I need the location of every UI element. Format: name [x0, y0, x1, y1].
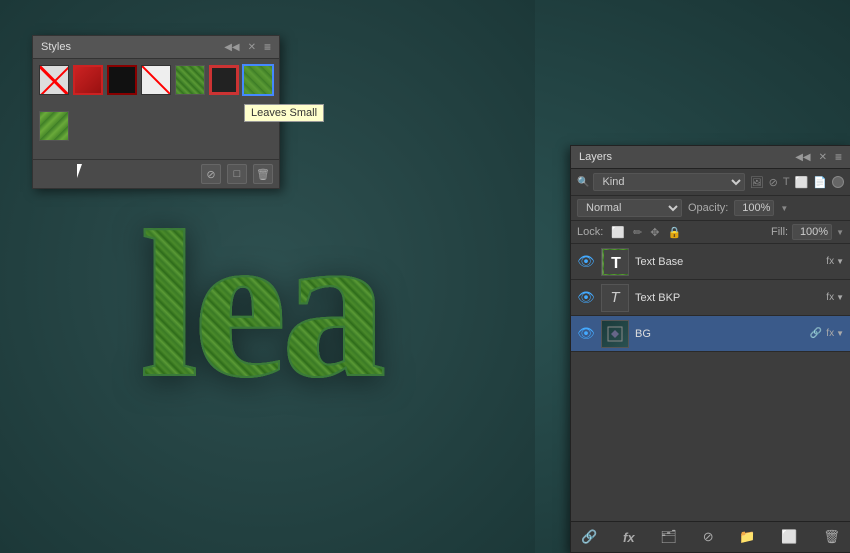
styles-grid: Leaves Small — [33, 59, 279, 159]
fx-label-bg: fx — [826, 328, 834, 339]
opacity-label: Opacity: — [688, 202, 728, 214]
style-swatch-green1[interactable] — [175, 65, 205, 95]
filter-toggle[interactable] — [832, 176, 844, 188]
style-swatch-red-frame[interactable] — [209, 65, 239, 95]
layer-mask-button[interactable]: 🗂 — [658, 527, 679, 547]
panel-close-icon[interactable]: ✕ — [248, 42, 256, 53]
layer-text-bkp[interactable]: 👁 T Text BKP fx ▼ — [571, 280, 850, 316]
layer-link-button[interactable]: 🔗 — [579, 527, 599, 547]
canvas-text: lea — [140, 185, 382, 426]
style-swatch-white-x[interactable] — [141, 65, 171, 95]
opacity-input[interactable] — [734, 200, 774, 216]
filter-icons: 🖼 ⊘ T ⬜ 📄 — [749, 175, 828, 190]
fx-label-text-base: fx — [826, 256, 834, 267]
layer-fx-text-bkp[interactable]: fx ▼ — [826, 292, 844, 303]
lock-label: Lock: — [577, 226, 603, 238]
lock-pixels-icon[interactable]: ⬜ — [609, 225, 627, 240]
fx-arrow-text-bkp: ▼ — [836, 293, 844, 302]
layers-panel: Layers ◀◀ ✕ ≡ 🔍 Kind 🖼 ⊘ T ⬜ 📄 Normal Di… — [570, 145, 850, 553]
filter-kind-dropdown[interactable]: Kind — [593, 173, 744, 191]
layer-visibility-text-bkp[interactable]: 👁 — [577, 289, 595, 307]
fx-label-text-bkp: fx — [826, 292, 834, 303]
delete-style-button[interactable]: 🗑 — [253, 164, 273, 184]
layer-fx-text-base[interactable]: fx ▼ — [826, 256, 844, 267]
layer-text-base[interactable]: 👁 T Text Base fx ▼ — [571, 244, 850, 280]
layer-name-text-bkp: Text BKP — [635, 292, 826, 304]
filter-adjustment-icon[interactable]: ⊘ — [768, 175, 779, 190]
filter-type-icon[interactable]: T — [782, 175, 791, 190]
style-swatch-leaves-large[interactable] — [39, 111, 69, 141]
fx-arrow-bg: ▼ — [836, 329, 844, 338]
fill-input[interactable] — [792, 224, 832, 240]
blend-mode-row: Normal Dissolve Multiply Opacity: ▼ — [571, 196, 850, 221]
layers-close-icon[interactable]: ✕ — [819, 152, 827, 163]
layer-group-button[interactable]: 📁 — [737, 527, 757, 547]
styles-panel-menu-icon[interactable]: ≡ — [264, 40, 271, 54]
layer-delete-button[interactable]: 🗑 — [821, 527, 842, 547]
new-style-button[interactable]: □ — [227, 164, 247, 184]
filter-shape-icon[interactable]: ⬜ — [794, 175, 810, 190]
layer-fx-button[interactable]: fx — [621, 528, 637, 547]
layer-visibility-text-base[interactable]: 👁 — [577, 253, 595, 271]
styles-panel-title: Styles — [41, 41, 71, 53]
layer-visibility-bg[interactable]: 👁 — [577, 325, 595, 343]
style-swatch-no-style[interactable] — [39, 65, 69, 95]
layers-menu-icon[interactable]: ≡ — [835, 150, 842, 164]
filter-row: 🔍 Kind 🖼 ⊘ T ⬜ 📄 — [571, 169, 850, 196]
fx-arrow-text-base: ▼ — [836, 257, 844, 266]
style-tooltip: Leaves Small — [244, 104, 324, 122]
layers-collapse-icon[interactable]: ◀◀ — [795, 152, 810, 163]
opacity-chevron: ▼ — [780, 204, 788, 213]
layer-link-bg: 🔗 — [810, 328, 822, 339]
search-icon: 🔍 — [577, 177, 589, 188]
no-style-button[interactable]: ⊘ — [201, 164, 221, 184]
layers-toolbar: 🔗 fx 🗂 ⊘ 📁 ⬜ 🗑 — [571, 521, 850, 552]
styles-panel-header[interactable]: Styles ◀◀ ✕ ≡ — [33, 36, 279, 59]
panel-header-controls: ◀◀ ✕ ≡ — [224, 40, 271, 54]
layer-thumb-text-bkp: T — [601, 284, 629, 312]
layers-panel-title: Layers — [579, 151, 612, 163]
cursor — [77, 164, 89, 180]
layers-panel-header[interactable]: Layers ◀◀ ✕ ≡ — [571, 146, 850, 169]
layer-adjustment-button[interactable]: ⊘ — [701, 527, 716, 547]
lock-all-icon[interactable]: 🔒 — [665, 225, 683, 240]
svg-text:T: T — [611, 255, 621, 272]
fill-label: Fill: — [771, 226, 788, 238]
panel-collapse-icon[interactable]: ◀◀ — [224, 42, 239, 53]
styles-panel: Styles ◀◀ ✕ ≡ Leaves Sma — [32, 35, 280, 189]
layer-name-text-base: Text Base — [635, 256, 826, 268]
filter-pixel-icon[interactable]: 🖼 — [749, 175, 765, 190]
style-swatch-red-border[interactable] — [73, 65, 103, 95]
lock-position-icon[interactable]: ✥ — [648, 225, 661, 240]
style-swatch-dark-overlay[interactable] — [107, 65, 137, 95]
layer-thumb-text-base: T — [601, 248, 629, 276]
layer-bg[interactable]: 👁 BG 🔗 fx ▼ — [571, 316, 850, 352]
filter-smart-icon[interactable]: 📄 — [812, 175, 828, 190]
style-swatch-leaves-small[interactable]: Leaves Small — [243, 65, 273, 95]
layers-list: 👁 T Text Base fx ▼ 👁 T Text BKP — [571, 244, 850, 521]
lock-row: Lock: ⬜ ✏ ✥ 🔒 Fill: ▼ — [571, 221, 850, 244]
fill-chevron: ▼ — [836, 228, 844, 237]
layer-fx-bg[interactable]: fx ▼ — [826, 328, 844, 339]
layer-name-bg: BG — [635, 328, 810, 340]
layers-header-controls: ◀◀ ✕ ≡ — [795, 150, 842, 164]
lock-paint-icon[interactable]: ✏ — [631, 225, 644, 240]
blend-mode-dropdown[interactable]: Normal Dissolve Multiply — [577, 199, 682, 217]
styles-panel-toolbar: ⊘ □ 🗑 — [33, 159, 279, 188]
layer-thumb-bg — [601, 320, 629, 348]
layer-new-button[interactable]: ⬜ — [779, 527, 799, 547]
